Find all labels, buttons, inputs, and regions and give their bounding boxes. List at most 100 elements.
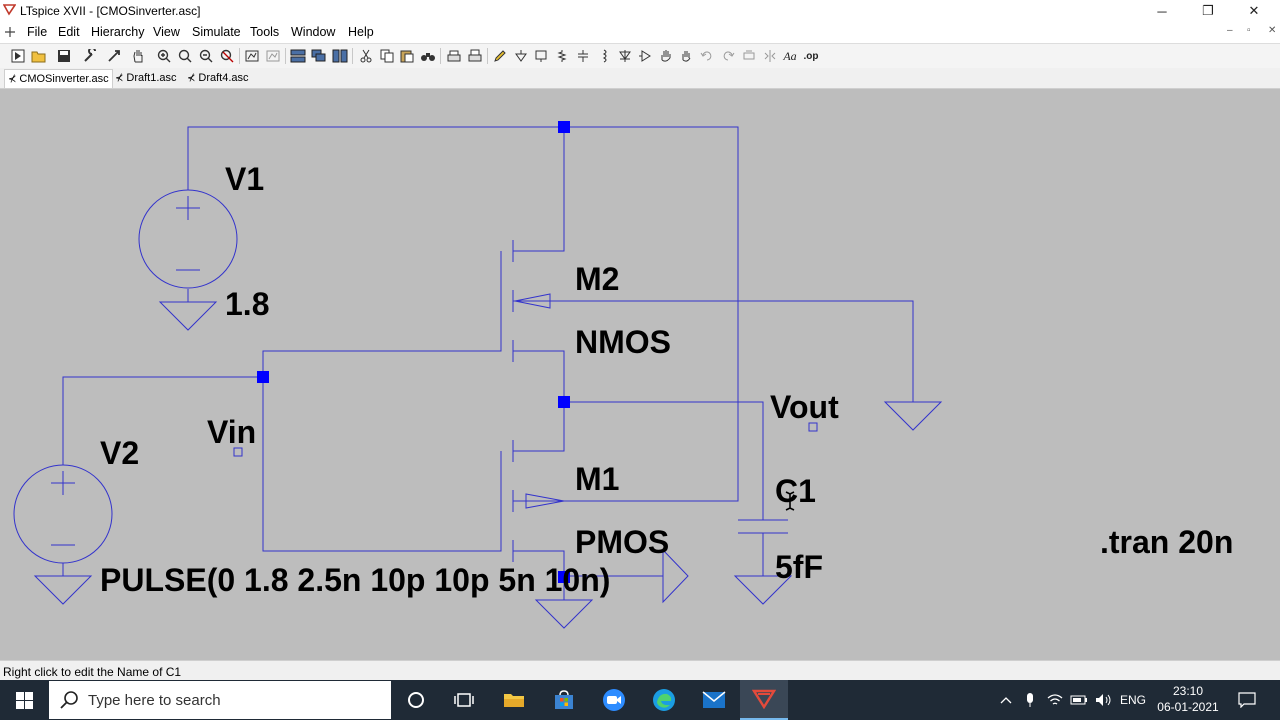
microsoft-store-icon[interactable] <box>540 680 588 720</box>
tile-vertical-icon[interactable] <box>331 47 349 65</box>
zoom-out-icon[interactable] <box>197 47 215 65</box>
resistor-icon[interactable] <box>553 47 571 65</box>
cut-scissors-icon[interactable] <box>357 47 375 65</box>
ground-icon[interactable] <box>512 47 530 65</box>
print-setup-icon[interactable] <box>445 47 463 65</box>
zoom-in-icon[interactable] <box>155 47 173 65</box>
menu-tools[interactable]: Tools <box>250 25 279 39</box>
ltspice-app-icon[interactable] <box>3 3 16 16</box>
minimize-button[interactable]: ─ <box>1139 0 1185 22</box>
m1-model-label[interactable]: PMOS <box>575 524 669 560</box>
m2-model-label[interactable]: NMOS <box>575 324 671 360</box>
draw-wire-pencil-icon[interactable] <box>491 47 509 65</box>
show-hidden-icons-chevron-icon[interactable] <box>996 680 1016 720</box>
component-icon[interactable] <box>636 47 654 65</box>
open-folder-icon[interactable] <box>30 47 48 65</box>
redo-icon[interactable] <box>719 47 737 65</box>
c1-name-label[interactable]: C1 <box>775 473 816 509</box>
find-binoculars-icon[interactable] <box>419 47 437 65</box>
schematic-canvas[interactable]: V1 1.8 V2 PULSE(0 1.8 2.5n 10p 10p 5n 10… <box>0 89 1280 660</box>
file-explorer-icon[interactable] <box>490 680 538 720</box>
autorange-icon[interactable] <box>243 47 261 65</box>
inductor-icon[interactable] <box>595 47 613 65</box>
cascade-windows-icon[interactable] <box>310 47 328 65</box>
microphone-icon[interactable] <box>1020 680 1040 720</box>
ltspice-taskbar-icon[interactable] <box>740 680 788 720</box>
print-icon[interactable] <box>466 47 484 65</box>
ground-icon[interactable] <box>883 401 943 431</box>
voltage-source-v2[interactable] <box>13 464 113 564</box>
task-view-icon[interactable] <box>440 680 488 720</box>
toolbar-separator <box>352 48 353 64</box>
zoom-app-icon[interactable] <box>590 680 638 720</box>
edge-browser-icon[interactable] <box>640 680 688 720</box>
system-clock[interactable]: 23:10 06-01-2021 <box>1150 680 1226 720</box>
restore-button[interactable]: ❐ <box>1185 0 1231 22</box>
menu-window[interactable]: Window <box>291 25 335 39</box>
paste-icon[interactable] <box>398 47 416 65</box>
ground-icon[interactable] <box>33 575 93 605</box>
start-button[interactable] <box>0 680 48 720</box>
run-icon[interactable] <box>105 47 123 65</box>
pan-hand-icon[interactable] <box>129 47 147 65</box>
c1-value-label[interactable]: 5fF <box>775 549 823 585</box>
tab-draft4[interactable]: ⊀ Draft4.asc <box>184 69 252 87</box>
wires[interactable] <box>62 126 914 600</box>
mdi-restore-button[interactable]: ▫ <box>1247 25 1251 36</box>
v1-value-label[interactable]: 1.8 <box>225 286 269 322</box>
zoom-cancel-icon[interactable] <box>218 47 236 65</box>
control-panel-icon[interactable] <box>81 47 99 65</box>
input-language-indicator[interactable]: ENG <box>1118 680 1148 720</box>
capacitor-c1[interactable] <box>738 519 788 534</box>
battery-icon[interactable] <box>1068 680 1090 720</box>
tab-draft1[interactable]: ⊀ Draft1.asc <box>112 69 180 87</box>
cortana-icon[interactable] <box>392 680 440 720</box>
undo-icon[interactable] <box>698 47 716 65</box>
label-net-icon[interactable] <box>532 47 550 65</box>
spice-directive-icon[interactable]: .op <box>802 47 820 65</box>
move-hand-icon[interactable] <box>657 47 675 65</box>
volume-speaker-icon[interactable] <box>1093 680 1115 720</box>
save-icon[interactable] <box>55 47 73 65</box>
v2-name-label[interactable]: V2 <box>100 435 139 471</box>
copy-icon[interactable] <box>378 47 396 65</box>
wifi-icon[interactable] <box>1045 680 1065 720</box>
mdi-close-button[interactable]: ✕ <box>1268 25 1276 36</box>
zoom-fit-icon[interactable] <box>176 47 194 65</box>
capacitor-icon[interactable] <box>574 47 592 65</box>
tab-cmosinverter[interactable]: ⊀ CMOSinverter.asc <box>4 69 113 88</box>
drag-icon[interactable] <box>677 47 695 65</box>
menu-hierarchy[interactable]: Hierarchy <box>91 25 145 39</box>
menu-help[interactable]: Help <box>348 25 374 39</box>
mail-app-icon[interactable] <box>690 680 738 720</box>
action-center-notification-icon[interactable] <box>1232 680 1262 720</box>
tab-schematic-icon: ⊀ <box>187 72 196 84</box>
menu-view[interactable]: View <box>153 25 180 39</box>
ground-icon[interactable] <box>534 599 594 629</box>
close-button[interactable]: ✕ <box>1231 0 1277 22</box>
menu-simulate[interactable]: Simulate <box>192 25 241 39</box>
menu-edit[interactable]: Edit <box>58 25 80 39</box>
vin-net-label[interactable]: Vin <box>207 414 256 450</box>
voltage-source-v1[interactable] <box>138 189 238 289</box>
v2-value-label[interactable]: PULSE(0 1.8 2.5n 10p 10p 5n 10n) <box>100 562 610 598</box>
zoom-extent-icon[interactable] <box>264 47 282 65</box>
diode-icon[interactable] <box>616 47 634 65</box>
m2-name-label[interactable]: M2 <box>575 261 619 297</box>
v1-name-label[interactable]: V1 <box>225 161 264 197</box>
document-system-icon[interactable] <box>4 26 16 38</box>
taskbar-search-box[interactable]: Type here to search <box>49 681 391 719</box>
mirror-icon[interactable] <box>761 47 779 65</box>
rotate-icon[interactable] <box>740 47 758 65</box>
text-icon[interactable]: Aa <box>781 47 799 65</box>
new-schematic-icon[interactable] <box>9 47 27 65</box>
mosfet-m2[interactable] <box>500 240 552 362</box>
tile-horizontal-icon[interactable] <box>289 47 307 65</box>
menu-file[interactable]: File <box>27 25 47 39</box>
m1-name-label[interactable]: M1 <box>575 461 619 497</box>
spice-directive[interactable]: .tran 20n <box>1100 524 1233 560</box>
ground-icon[interactable] <box>158 301 218 331</box>
vout-net-label[interactable]: Vout <box>770 389 839 425</box>
mdi-minimize-button[interactable]: – <box>1227 25 1233 36</box>
toolbar-separator <box>440 48 441 64</box>
